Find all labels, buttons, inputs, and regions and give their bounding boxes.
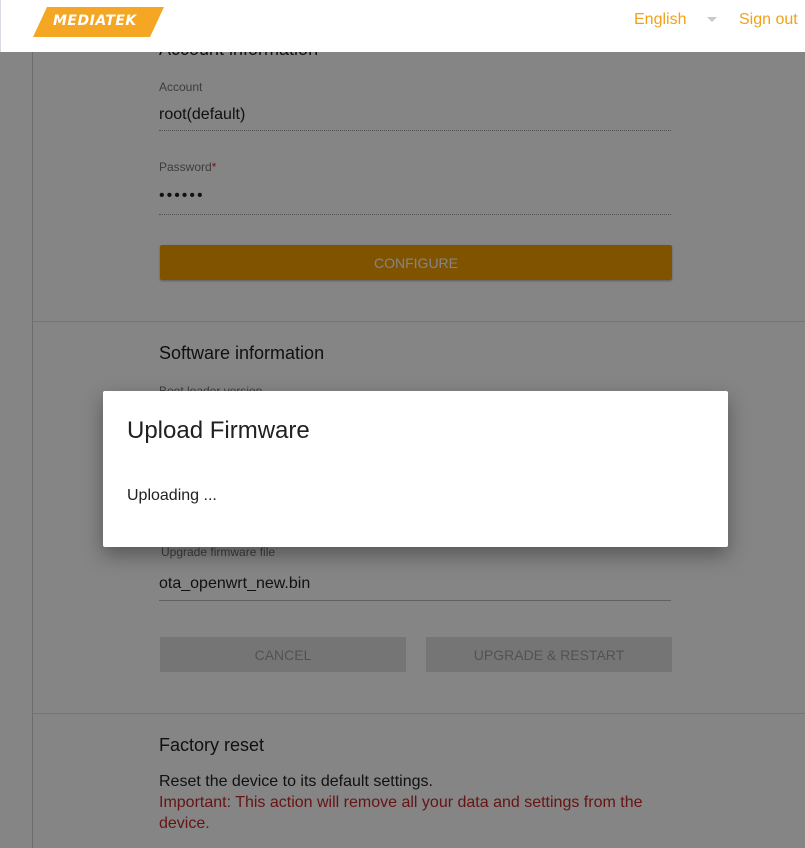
mediatek-logo: MEDIATEK: [33, 7, 164, 37]
sign-out-link[interactable]: Sign out: [739, 11, 798, 29]
language-selector[interactable]: English: [634, 11, 686, 29]
top-header: MEDIATEK English Sign out: [0, 0, 805, 52]
upload-firmware-dialog: Upload Firmware Uploading ...: [103, 391, 728, 547]
dialog-title: Upload Firmware: [127, 417, 310, 444]
dialog-message: Uploading ...: [127, 487, 217, 504]
chevron-down-icon[interactable]: [707, 17, 717, 22]
logo-text: MEDIATEK: [53, 13, 137, 29]
